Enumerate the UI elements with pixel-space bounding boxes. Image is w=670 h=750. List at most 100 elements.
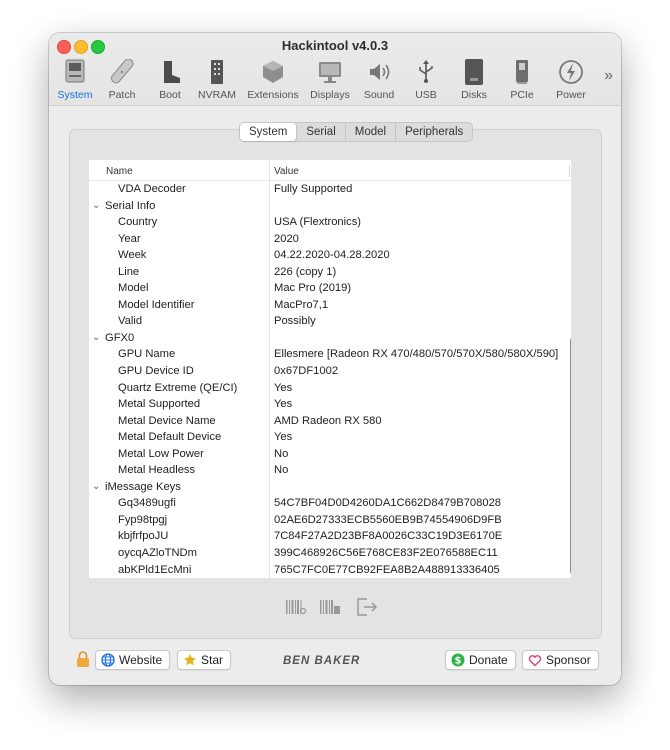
row-name: Model Identifier [118, 298, 195, 311]
table-row[interactable]: GPU Device ID 0x67DF1002 [89, 363, 571, 380]
disks-icon [465, 59, 483, 85]
table-row[interactable]: Metal Supported Yes [89, 396, 571, 413]
row-value: 54C7BF04D0D4260DA1C662D8479B708028 [274, 497, 502, 510]
toolbar: System Patch Boot NVRAM Extensions Displ… [49, 57, 621, 103]
table-row[interactable]: Model Identifier MacPro7,1 [89, 297, 571, 314]
export-icon[interactable] [355, 597, 379, 617]
row-value: 04.22.2020-04.28.2020 [274, 249, 390, 262]
star-button[interactable]: Star [177, 650, 232, 670]
usb-icon [419, 60, 433, 83]
row-value: 02AE6D27333ECB5560EB9B74554906D9FB [274, 513, 502, 526]
table-row[interactable]: Valid Possibly [89, 313, 571, 330]
row-value: 0x67DF1002 [274, 365, 339, 378]
row-value: Yes [274, 381, 293, 394]
brand-logo: BEN BAKER [283, 655, 361, 667]
table-row[interactable]: oycqAZloTNDm 399C468926C56E768CE83F2E0765… [89, 545, 571, 562]
tab-system[interactable]: System [240, 123, 298, 141]
star-label: Star [201, 653, 224, 667]
star-icon [184, 654, 196, 666]
row-name: GPU Device ID [118, 365, 194, 378]
table-row[interactable]: Metal Default Device Yes [89, 429, 571, 446]
pcie-icon [516, 60, 528, 84]
table-group-row[interactable]: ⌄ Serial Info [89, 198, 571, 215]
table-row[interactable]: abKPld1EcMni 765C7FC0E77CB92FEA8B2A488913… [89, 562, 571, 578]
row-value: USA (Flextronics) [274, 216, 362, 229]
tab-model[interactable]: Model [346, 123, 397, 141]
row-value: 399C468926C56E768CE83F2E076588EC11 [274, 547, 498, 560]
table-row[interactable]: Fyp98tpgj 02AE6D27333ECB5560EB9B74554906D… [89, 512, 571, 529]
table-row[interactable]: Metal Low Power No [89, 446, 571, 463]
tab-peripherals[interactable]: Peripherals [396, 123, 472, 141]
table-group-row[interactable]: ⌄ GFX0 [89, 330, 571, 347]
table-row[interactable]: Model Mac Pro (2019) [89, 280, 571, 297]
dollar-icon: $ [451, 653, 465, 667]
toolbar-overflow-icon[interactable]: » [604, 67, 613, 85]
table-row[interactable]: Metal Headless No [89, 462, 571, 479]
row-name: VDA Decoder [118, 183, 186, 195]
barcode-alt-icon[interactable] [318, 597, 342, 617]
row-name: Line [118, 265, 140, 278]
table-row[interactable]: Metal Device Name AMD Radeon RX 580 [89, 413, 571, 430]
sponsor-label: Sponsor [546, 653, 591, 667]
row-name: Metal Headless [118, 464, 196, 477]
row-name: Metal Supported [118, 398, 201, 411]
table-row[interactable]: Line 226 (copy 1) [89, 264, 571, 281]
table-row[interactable]: kbjfrfpoJU 7C84F27A2D23BF8A0026C33C19D3E6… [89, 528, 571, 545]
column-header-value[interactable]: Value [274, 166, 299, 177]
heart-icon [528, 655, 542, 667]
row-name: GPU Name [118, 348, 176, 361]
table-body: VDA Decoder Fully Supported ⌄ Serial Info Co… [89, 181, 571, 578]
barcode-icon[interactable] [284, 597, 308, 617]
table-row[interactable]: Quartz Extreme (QE/CI) Yes [89, 380, 571, 397]
app-window: Hackintool v4.0.3 System Patch Boot NVRA… [49, 33, 621, 685]
row-name: Metal Default Device [118, 431, 222, 444]
system-panel: System Serial Model Peripherals Name Val… [69, 122, 602, 639]
row-name: Metal Device Name [118, 414, 216, 427]
row-name: Country [118, 216, 158, 229]
row-value: Fully Supported [274, 183, 353, 195]
table-group-row[interactable]: ⌄ iMessage Keys [89, 479, 571, 496]
row-name: Quartz Extreme (QE/CI) [118, 381, 238, 394]
boot-icon [164, 61, 180, 83]
toolbar-extensions[interactable]: Extensions [246, 57, 300, 103]
row-value: Yes [274, 431, 293, 444]
row-name: kbjfrfpoJU [118, 530, 169, 543]
donate-button[interactable]: $ Donate [445, 650, 516, 670]
row-value: 765C7FC0E77CB92FEA8B2A488913336405 [274, 563, 500, 576]
website-label: Website [119, 653, 163, 667]
website-button[interactable]: Website [95, 650, 171, 670]
lock-icon[interactable] [76, 651, 90, 667]
table-row[interactable]: Gq3489ugfi 54C7BF04D0D4260DA1C662D8479B70… [89, 495, 571, 512]
row-name: GFX0 [105, 331, 135, 344]
table-row[interactable]: GPU Name Ellesmere [Radeon RX 470/480/570… [89, 346, 571, 363]
table-row[interactable]: Week 04.22.2020-04.28.2020 [89, 247, 571, 264]
disclosure-chevron-icon[interactable]: ⌄ [92, 479, 100, 495]
tab-serial[interactable]: Serial [297, 123, 346, 141]
sponsor-button[interactable]: Sponsor [522, 650, 599, 670]
table-row[interactable]: Year 2020 [89, 231, 571, 248]
row-value: Mac Pro (2019) [274, 282, 352, 295]
row-name: iMessage Keys [105, 480, 181, 493]
row-name: Gq3489ugfi [118, 497, 176, 510]
column-header-name[interactable]: Name [106, 166, 133, 177]
column-divider [569, 165, 570, 177]
row-name: Metal Low Power [118, 447, 204, 460]
table-row[interactable]: Country USA (Flextronics) [89, 214, 571, 231]
power-icon [559, 60, 583, 84]
vertical-scrollbar[interactable] [570, 338, 571, 574]
displays-icon [319, 62, 341, 83]
row-name: oycqAZloTNDm [118, 547, 197, 560]
row-value: 7C84F27A2D23BF8A0026C33C19D3E6170E [274, 530, 503, 543]
row-name: Year [118, 232, 141, 245]
table-row[interactable]: VDA Decoder Fully Supported [89, 181, 571, 198]
patch-icon [110, 59, 134, 84]
row-name: Valid [118, 315, 143, 328]
row-value: Yes [274, 398, 293, 411]
toolbar-power[interactable]: Power [544, 57, 598, 103]
row-name: Week [118, 249, 147, 262]
system-icon [65, 59, 85, 83]
disclosure-chevron-icon[interactable]: ⌄ [92, 198, 100, 214]
toolbar-nvram[interactable]: NVRAM [190, 57, 244, 103]
row-value: No [274, 464, 289, 477]
disclosure-chevron-icon[interactable]: ⌄ [92, 330, 100, 346]
